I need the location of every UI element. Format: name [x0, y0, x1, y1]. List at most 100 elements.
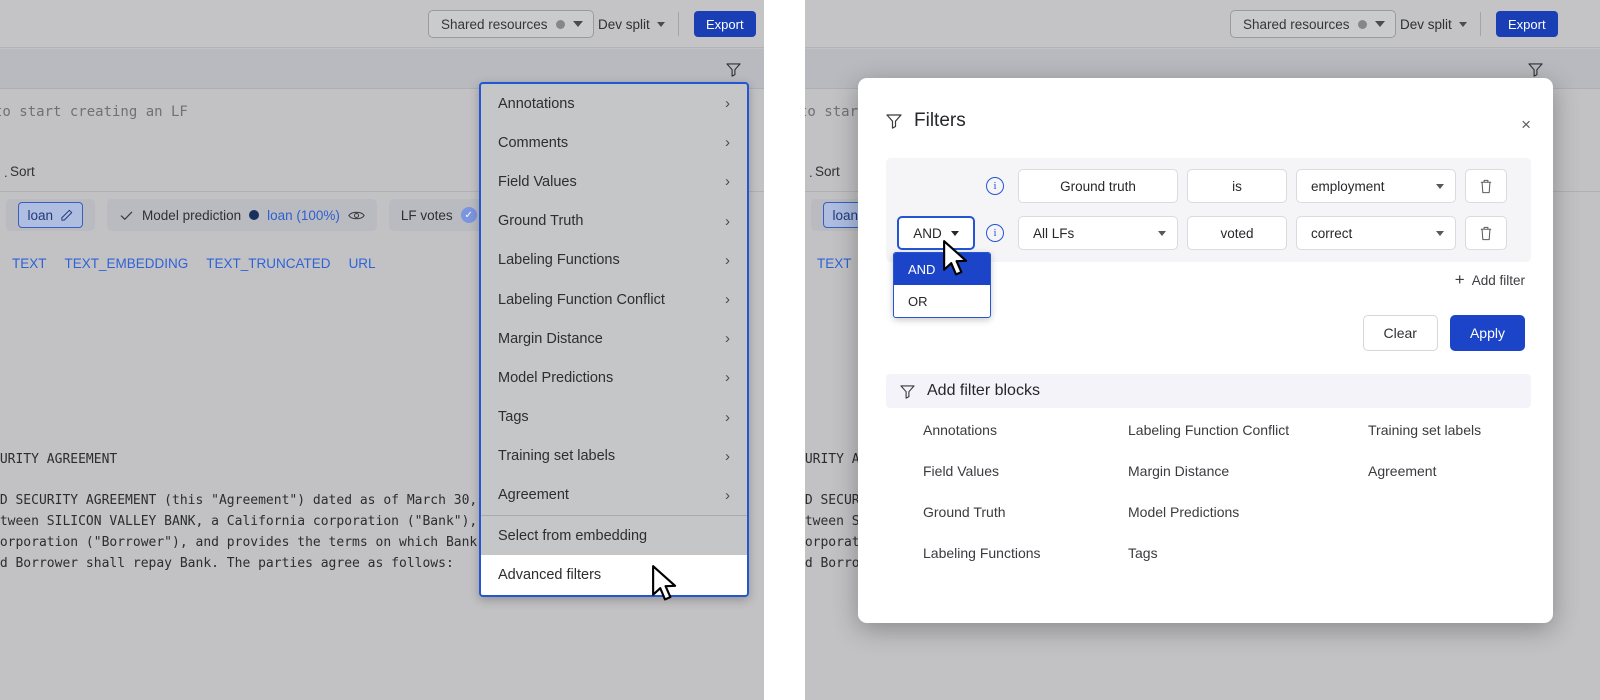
chevron-down-icon [656, 21, 665, 27]
menu-item-annotations[interactable]: Annotations › [481, 84, 747, 123]
add-filter-button[interactable]: + Add filter [1455, 270, 1525, 290]
check-icon[interactable] [119, 208, 134, 223]
menu-item-labeling-function-conflict[interactable]: Labeling Function Conflict › [481, 280, 747, 319]
status-dot-icon [555, 19, 565, 29]
filter-block-ground-truth[interactable]: Ground Truth [923, 504, 1128, 520]
filter-operator-select[interactable]: voted [1187, 216, 1287, 250]
chevron-down-icon [1436, 230, 1444, 236]
menu-item-margin-distance[interactable]: Margin Distance › [481, 319, 747, 358]
dev-split-selector[interactable]: Dev split [1400, 10, 1467, 38]
menu-item-comments[interactable]: Comments › [481, 123, 747, 162]
menu-item-label: Annotations [498, 95, 575, 112]
menu-item-select-from-embedding[interactable]: Select from embedding [481, 516, 747, 555]
sort-button[interactable]: Sort [815, 164, 840, 179]
filter-field-select[interactable]: Ground truth [1018, 169, 1178, 203]
ground-truth-loan-chip[interactable]: loan [17, 202, 84, 228]
field-tab-url[interactable]: URL [349, 256, 376, 271]
filter-value-label: employment [1311, 178, 1385, 194]
filter-block-tags[interactable]: Tags [1128, 545, 1368, 561]
field-tab-text[interactable]: TEXT [817, 256, 852, 271]
chevron-right-icon: › [725, 251, 730, 269]
export-label: Export [706, 16, 744, 32]
filter-funnel-icon [886, 114, 902, 129]
conjunction-option-and[interactable]: AND [894, 253, 990, 285]
filter-block-field-values[interactable]: Field Values [923, 463, 1128, 479]
filter-field-label: Ground truth [1060, 178, 1136, 194]
export-button[interactable]: Export [1496, 11, 1558, 37]
menu-item-label: Ground Truth [498, 213, 584, 230]
filter-block-model-predictions[interactable]: Model Predictions [1128, 504, 1368, 520]
filter-block-margin-distance[interactable]: Margin Distance [1128, 463, 1368, 479]
filter-blocks-grid: Annotations Labeling Function Conflict T… [923, 422, 1533, 561]
menu-item-label: Select from embedding [498, 527, 648, 544]
status-dot-icon [1357, 19, 1367, 29]
delete-filter-button[interactable] [1465, 216, 1507, 250]
menu-item-label: Agreement [498, 487, 569, 504]
chevron-down-icon [1458, 21, 1467, 27]
menu-item-ground-truth[interactable]: Ground Truth › [481, 202, 747, 241]
filter-block-labeling-functions[interactable]: Labeling Functions [923, 545, 1128, 561]
filter-funnel-icon[interactable] [726, 62, 741, 77]
dev-split-label: Dev split [1400, 16, 1452, 32]
add-filter-label: Add filter [1471, 272, 1525, 288]
conjunction-select[interactable]: AND [897, 216, 975, 250]
chevron-down-icon [1158, 230, 1166, 236]
menu-item-field-values[interactable]: Field Values › [481, 162, 747, 201]
close-icon[interactable]: × [1521, 116, 1531, 133]
shared-resources-selector[interactable]: Shared resources [428, 10, 594, 38]
sort-button[interactable]: Sort [10, 164, 35, 179]
shared-resources-label: Shared resources [1243, 16, 1350, 32]
filter-value-label: correct [1311, 225, 1353, 241]
dev-split-selector[interactable]: Dev split [598, 10, 665, 38]
export-label: Export [1508, 16, 1546, 32]
chevron-down-icon [1374, 21, 1385, 27]
filter-block-annotations[interactable]: Annotations [923, 422, 1128, 438]
filter-field-label: All LFs [1033, 225, 1075, 241]
field-tab-text[interactable]: TEXT [12, 256, 47, 271]
chevron-right-icon: › [725, 173, 730, 191]
menu-item-label: Model Predictions [498, 369, 614, 386]
document-line-1: CURITY AGREEMENT [0, 452, 118, 467]
field-tabs: TEXT TEXT_EMBEDDING TEXT_TRUNCATED URL [12, 256, 376, 271]
info-icon[interactable]: i [986, 224, 1004, 242]
field-tab-text-embedding[interactable]: TEXT_EMBEDDING [65, 256, 189, 271]
menu-item-labeling-functions[interactable]: Labeling Functions › [481, 241, 747, 280]
chevron-down-icon [1436, 183, 1444, 189]
delete-filter-button[interactable] [1465, 169, 1507, 203]
chevron-right-icon: › [725, 447, 730, 465]
filter-block-training-set-labels[interactable]: Training set labels [1368, 422, 1533, 438]
eye-icon[interactable] [348, 209, 365, 222]
document-line-5: corporation ("Borrower"), and provides t… [0, 535, 525, 550]
export-button[interactable]: Export [694, 11, 756, 37]
menu-item-label: Margin Distance [498, 330, 603, 347]
apply-button[interactable]: Apply [1449, 315, 1525, 351]
filter-operator-select[interactable]: is [1187, 169, 1287, 203]
sort-prefix-icon: . [4, 165, 8, 180]
info-icon[interactable]: i [986, 177, 1004, 195]
document-line-3: ND SECURITY AGREEMENT (this "Agreement")… [0, 493, 517, 508]
filter-block-labeling-function-conflict[interactable]: Labeling Function Conflict [1128, 422, 1368, 438]
lf-votes-label: LF votes [400, 207, 453, 223]
menu-item-model-predictions[interactable]: Model Predictions › [481, 358, 747, 397]
conjunction-option-or[interactable]: OR [894, 285, 990, 317]
filter-value-select[interactable]: correct [1296, 216, 1456, 250]
menu-item-training-set-labels[interactable]: Training set labels › [481, 437, 747, 476]
menu-item-tags[interactable]: Tags › [481, 398, 747, 437]
filter-field-select[interactable]: All LFs [1018, 216, 1178, 250]
divider [678, 12, 679, 36]
clear-button[interactable]: Clear [1362, 315, 1438, 351]
shared-resources-selector[interactable]: Shared resources [1230, 10, 1396, 38]
plus-icon: + [1454, 270, 1465, 289]
filter-value-select[interactable]: employment [1296, 169, 1456, 203]
lf-hint-text: to star [805, 104, 859, 120]
pencil-icon[interactable] [60, 209, 73, 222]
filter-row: AND i All LFs voted correct [886, 211, 1531, 255]
filter-funnel-icon[interactable] [1528, 62, 1543, 77]
menu-item-agreement[interactable]: Agreement › [481, 476, 747, 515]
filter-funnel-icon [900, 384, 915, 399]
filter-block-agreement[interactable]: Agreement [1368, 463, 1533, 479]
field-tab-text-truncated[interactable]: TEXT_TRUNCATED [206, 256, 330, 271]
menu-item-advanced-filters[interactable]: Advanced filters [481, 555, 747, 596]
lf-hint-text: to start creating an LF [0, 104, 188, 120]
dialog-title-label: Filters [914, 110, 966, 131]
